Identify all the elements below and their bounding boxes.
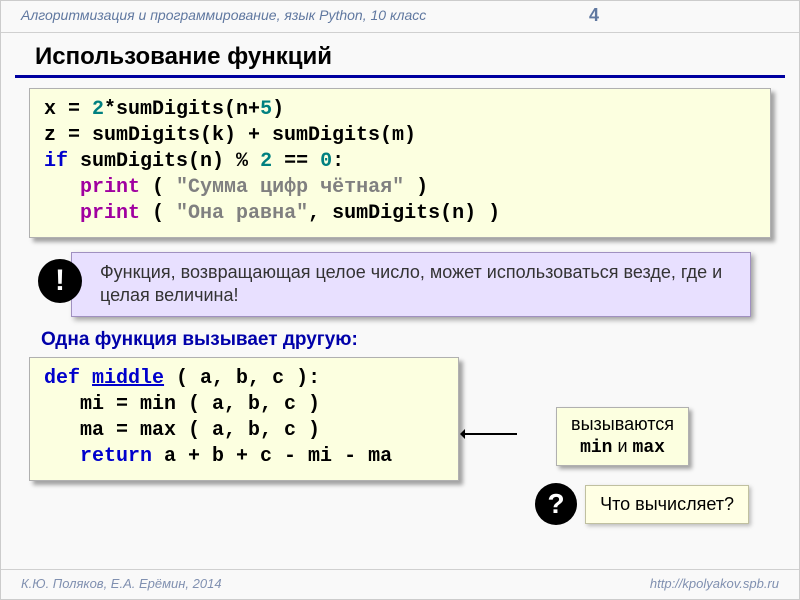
footer-url: http://kpolyakov.spb.ru: [650, 576, 779, 593]
footer-author: К.Ю. Поляков, Е.А. Ерёмин, 2014: [21, 576, 222, 593]
slide-footer: К.Ю. Поляков, Е.А. Ерёмин, 2014 http://k…: [1, 569, 799, 599]
code-example-2: def middle ( a, b, c ): mi = min ( a, b,…: [29, 357, 459, 481]
question-icon: ?: [535, 483, 577, 525]
exclamation-icon: !: [38, 259, 82, 303]
question-text: Что вычисляет?: [585, 485, 749, 524]
page-number: 4: [589, 5, 599, 26]
code-example-1: x = 2*sumDigits(n+5) z = sumDigits(k) + …: [29, 88, 771, 238]
arrow-icon: [463, 433, 517, 435]
info-callout: ! Функция, возвращающая целое число, мож…: [71, 252, 751, 317]
course-name: Алгоритмизация и программирование, язык …: [21, 7, 426, 23]
side-annotation: вызываются min и max: [556, 407, 689, 466]
slide-title: Использование функций: [15, 33, 785, 78]
sub-heading: Одна функция вызывает другую:: [41, 329, 759, 351]
slide-header: Алгоритмизация и программирование, язык …: [1, 1, 799, 33]
question-callout: ? Что вычисляет?: [535, 483, 749, 525]
callout-text: Функция, возвращающая целое число, может…: [100, 262, 722, 305]
